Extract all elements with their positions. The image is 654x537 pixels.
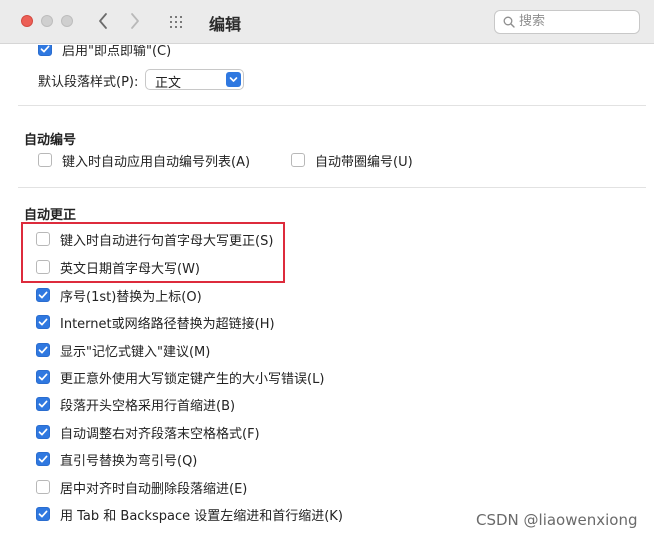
watermark-text: CSDN @liaowenxiong: [476, 511, 638, 529]
capitalize-dates-option[interactable]: 英文日期首字母大写(W): [36, 257, 200, 277]
checkbox[interactable]: [291, 153, 305, 167]
caps-lock-correction-option[interactable]: 更正意外使用大写锁定键产生的大小写错误(L): [36, 367, 324, 387]
default-style-label: 默认段落样式(P):: [38, 75, 139, 90]
option-label: 显示"记忆式键入"建议(M): [60, 344, 211, 360]
minimize-window-button[interactable]: [41, 15, 53, 27]
option-label: 更正意外使用大写锁定键产生的大小写错误(L): [60, 371, 325, 387]
option-label: 段落开头空格采用行首缩进(B): [60, 398, 236, 414]
title-bar: 编辑 搜索: [0, 0, 654, 44]
window-title: 编辑: [209, 15, 242, 34]
search-placeholder: 搜索: [519, 14, 546, 29]
autocomplete-option[interactable]: 显示"记忆式键入"建议(M): [36, 340, 210, 360]
checkmark-icon: [38, 455, 48, 463]
option-label: 键入时自动进行句首字母大写更正(S): [60, 233, 274, 249]
checkbox[interactable]: [38, 45, 52, 56]
checkmark-icon: [38, 510, 48, 518]
popup-arrows-icon: [226, 72, 241, 87]
checkmark-icon: [38, 428, 48, 436]
chevron-right-icon: [131, 13, 139, 29]
checkmark-icon: [38, 346, 48, 354]
auto-circle-number-option[interactable]: 自动带圈编号(U): [291, 150, 413, 170]
auto-correct-title: 自动更正: [24, 208, 77, 223]
default-style-value: 正文: [155, 76, 182, 91]
section-divider: [18, 187, 646, 188]
click-and-type-option[interactable]: 启用"即点即输"(C): [38, 45, 171, 59]
option-label: 英文日期首字母大写(W): [60, 261, 200, 277]
capitalize-sentence-option[interactable]: 键入时自动进行句首字母大写更正(S): [36, 229, 273, 249]
checkbox[interactable]: [36, 315, 50, 329]
hyperlink-option[interactable]: Internet或网络路径替换为超链接(H): [36, 312, 275, 332]
close-window-button[interactable]: [21, 15, 33, 27]
checkbox[interactable]: [36, 232, 50, 246]
smart-quotes-option[interactable]: 直引号替换为弯引号(Q): [36, 449, 197, 469]
checkmark-icon: [38, 318, 48, 326]
option-label: 键入时自动应用自动编号列表(A): [62, 154, 251, 170]
section-divider: [18, 105, 646, 106]
checkbox[interactable]: [36, 260, 50, 274]
checkbox[interactable]: [36, 480, 50, 494]
option-label: 居中对齐时自动删除段落缩进(E): [60, 481, 248, 497]
option-label: 直引号替换为弯引号(Q): [60, 453, 198, 469]
back-button[interactable]: [92, 10, 114, 34]
checkbox[interactable]: [36, 370, 50, 384]
right-align-trailing-space-option[interactable]: 自动调整右对齐段落末空格格式(F): [36, 422, 260, 442]
checkbox[interactable]: [36, 425, 50, 439]
leading-space-indent-option[interactable]: 段落开头空格采用行首缩进(B): [36, 394, 235, 414]
checkbox[interactable]: [36, 507, 50, 521]
checkmark-icon: [38, 291, 48, 299]
option-label: 自动调整右对齐段落末空格格式(F): [60, 426, 260, 442]
checkbox[interactable]: [36, 288, 50, 302]
preferences-content: 启用"即点即输"(C) 默认段落样式(P): 正文 自动编号 键入时自动应用自动…: [0, 45, 654, 537]
checkmark-icon: [38, 373, 48, 381]
option-label: Internet或网络路径替换为超链接(H): [60, 316, 275, 332]
search-field[interactable]: 搜索: [494, 10, 640, 34]
option-label: 启用"即点即输"(C): [62, 45, 172, 59]
chevron-left-icon: [99, 13, 107, 29]
zoom-window-button[interactable]: [61, 15, 73, 27]
checkmark-icon: [38, 400, 48, 408]
forward-button[interactable]: [124, 10, 146, 34]
ordinal-superscript-option[interactable]: 序号(1st)替换为上标(O): [36, 285, 202, 305]
checkbox[interactable]: [36, 343, 50, 357]
option-label: 序号(1st)替换为上标(O): [60, 289, 202, 305]
checkbox[interactable]: [36, 452, 50, 466]
option-label: 自动带圈编号(U): [315, 154, 413, 170]
checkbox[interactable]: [36, 397, 50, 411]
checkbox[interactable]: [38, 153, 52, 167]
center-remove-indent-option[interactable]: 居中对齐时自动删除段落缩进(E): [36, 477, 247, 497]
show-all-grid-icon[interactable]: [170, 16, 184, 28]
checkmark-icon: [40, 45, 50, 53]
auto-numbering-title: 自动编号: [24, 133, 77, 148]
option-label: 用 Tab 和 Backspace 设置左缩进和首行缩进(K): [60, 508, 343, 524]
tab-backspace-indent-option[interactable]: 用 Tab 和 Backspace 设置左缩进和首行缩进(K): [36, 504, 343, 524]
search-icon: [503, 16, 515, 28]
default-style-select[interactable]: 正文: [145, 69, 244, 91]
auto-number-list-option[interactable]: 键入时自动应用自动编号列表(A): [38, 150, 250, 170]
